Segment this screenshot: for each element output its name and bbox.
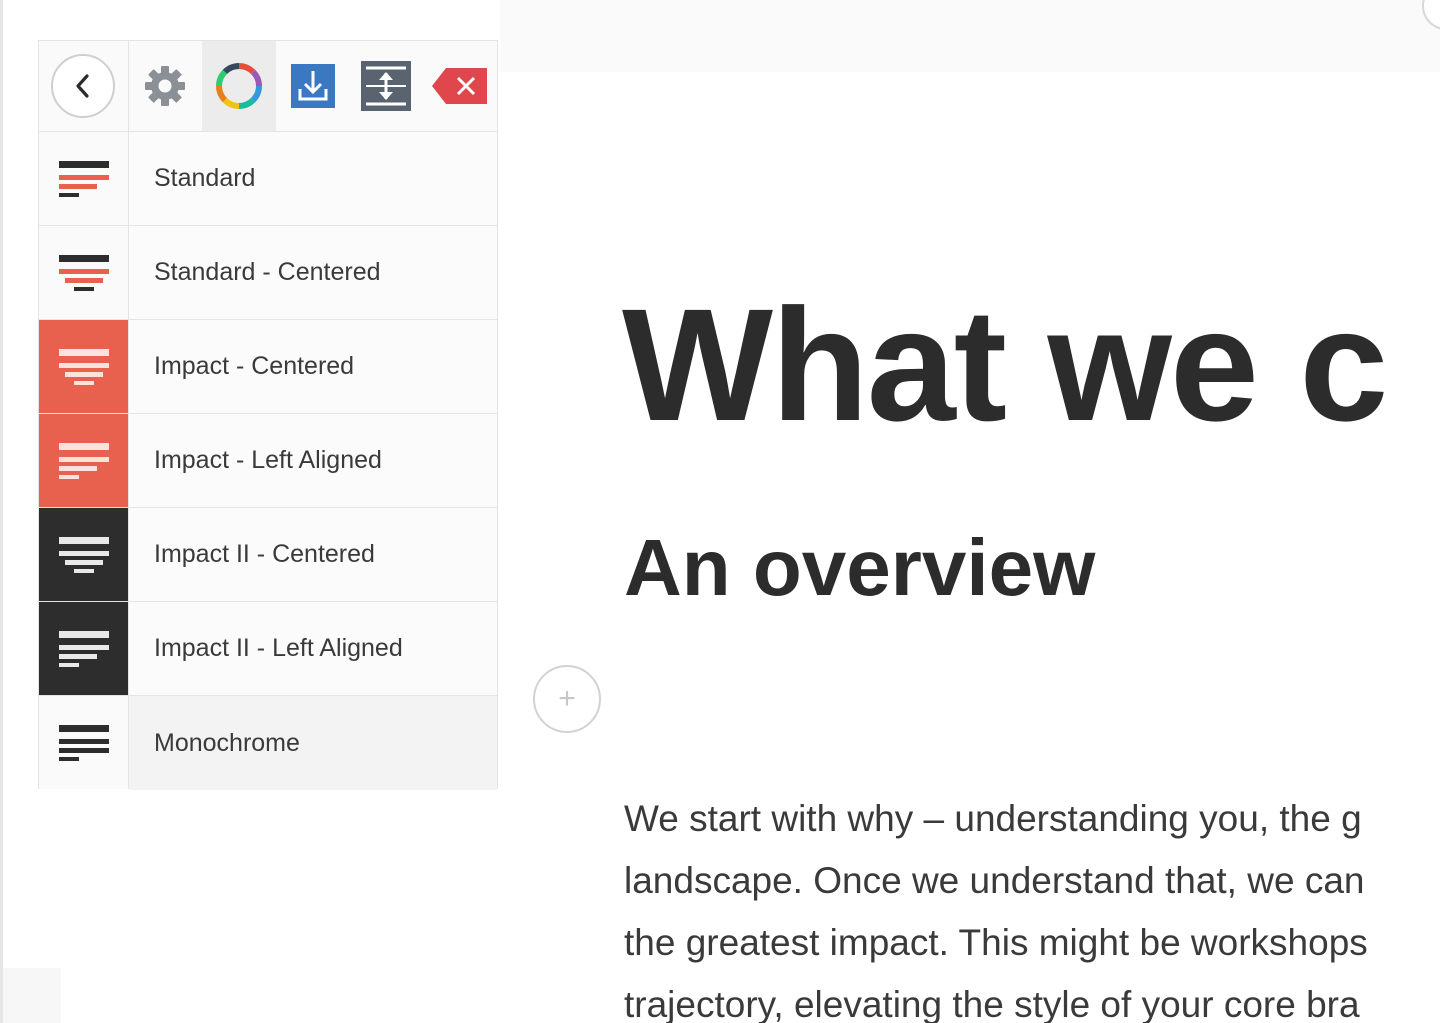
style-list: Standard Standard - Centered Impact - Ce…	[39, 132, 497, 790]
corner-shade	[3, 968, 61, 1023]
body-line: landscape. Once we understand that, we c…	[624, 860, 1365, 901]
back-button[interactable]	[39, 41, 129, 131]
style-option-label: Monochrome	[129, 696, 497, 790]
impact2-left-style-icon	[39, 602, 129, 695]
style-option-monochrome[interactable]: Monochrome	[39, 696, 497, 790]
style-option-impact-centered[interactable]: Impact - Centered	[39, 320, 497, 414]
settings-button[interactable]	[129, 41, 203, 131]
body-paragraph: We start with why – understanding you, t…	[624, 788, 1440, 1023]
body-line: the greatest impact. This might be works…	[624, 922, 1368, 963]
standard-style-icon	[39, 132, 129, 225]
style-option-impact-left[interactable]: Impact - Left Aligned	[39, 414, 497, 508]
monochrome-style-icon	[39, 696, 129, 789]
color-wheel-icon	[216, 63, 263, 109]
impact2-centered-style-icon	[39, 508, 129, 601]
style-option-label: Standard - Centered	[129, 226, 497, 319]
back-arrow-icon	[76, 74, 89, 98]
style-option-label: Impact II - Left Aligned	[129, 602, 497, 695]
style-panel: Standard Standard - Centered Impact - Ce…	[38, 40, 498, 790]
style-option-standard[interactable]: Standard	[39, 132, 497, 226]
body-line: We start with why – understanding you, t…	[624, 798, 1362, 839]
style-option-impact2-left[interactable]: Impact II - Left Aligned	[39, 602, 497, 696]
style-option-label: Standard	[129, 132, 497, 225]
back-circle[interactable]	[51, 54, 116, 118]
standard-centered-style-icon	[39, 226, 129, 319]
colors-button[interactable]	[202, 41, 276, 131]
style-option-impact2-centered[interactable]: Impact II - Centered	[39, 508, 497, 602]
style-option-label: Impact - Left Aligned	[129, 414, 497, 507]
page-subtitle: An overview	[624, 523, 1096, 612]
impact-centered-style-icon	[39, 320, 129, 413]
impact-left-style-icon	[39, 414, 129, 507]
resize-button[interactable]	[350, 41, 424, 131]
page-left-border	[0, 0, 3, 1023]
page-title: What we c	[622, 275, 1388, 454]
delete-icon	[432, 68, 488, 104]
delete-button[interactable]	[423, 41, 497, 131]
style-option-label: Impact - Centered	[129, 320, 497, 413]
header-band	[500, 0, 1440, 72]
vertical-resize-icon	[361, 61, 412, 111]
body-line: trajectory, elevating the style of your …	[624, 984, 1360, 1023]
add-block-button[interactable]: +	[533, 665, 601, 733]
download-icon	[290, 64, 335, 108]
style-option-label: Impact II - Centered	[129, 508, 497, 601]
download-button[interactable]	[276, 41, 350, 131]
style-option-standard-centered[interactable]: Standard - Centered	[39, 226, 497, 320]
gear-icon	[145, 66, 186, 106]
panel-toolbar	[39, 41, 497, 132]
